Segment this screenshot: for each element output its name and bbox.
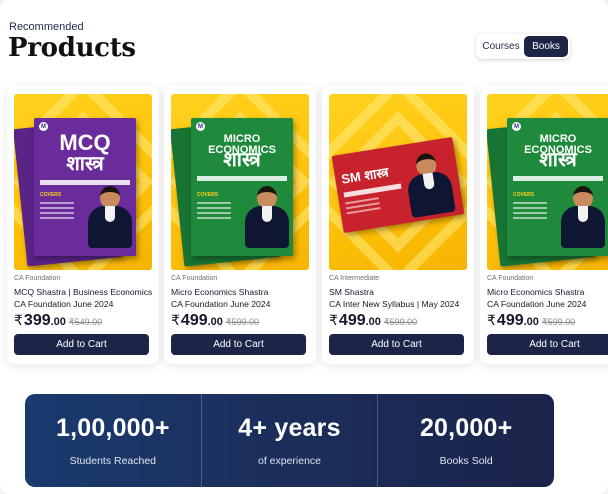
product-price: ₹ 499 .00 ₹599.00 [487, 312, 575, 330]
product-name[interactable]: Micro Economics Shastra CA Foundation Ju… [487, 286, 608, 310]
product-price: ₹ 399 .00 ₹549.00 [14, 312, 102, 330]
product-card[interactable]: SM शास्त्र CA Intermediate SM Shastra CA… [322, 86, 474, 364]
stat-value: 4+ years [238, 414, 341, 442]
stat-experience: 4+ years of experience [200, 394, 378, 487]
product-name-line: CA Foundation June 2024 [487, 299, 587, 309]
product-name[interactable]: Micro Economics Shastra CA Foundation Ju… [171, 286, 311, 310]
price-value: 499 [180, 312, 208, 329]
product-type-toggle: Courses Books [476, 34, 570, 59]
product-category: CA Foundation [171, 275, 218, 282]
book-title-hindi: शास्त्र [539, 149, 577, 171]
book-title: MCQ [59, 130, 111, 155]
book-title-hindi: शास्त्र [66, 153, 104, 175]
stat-books-sold: 20,000+ Books Sold [377, 394, 554, 487]
currency-symbol: ₹ [14, 312, 23, 328]
stat-value: 1,00,000+ [55, 414, 170, 442]
product-category: CA Intermediate [329, 275, 380, 282]
product-name-line: Micro Economics Shastra [171, 287, 269, 297]
product-name-line: CA Foundation June 2024 [171, 299, 271, 309]
currency-symbol: ₹ [487, 312, 496, 328]
price-decimals: .00 [523, 316, 539, 328]
book-title-hindi: शास्त्र [223, 149, 261, 171]
price-value: 499 [496, 312, 524, 329]
product-name[interactable]: SM Shastra CA Inter New Syllabus | May 2… [329, 286, 469, 310]
product-image: SM शास्त्र [329, 94, 467, 270]
product-card[interactable]: M MICRO ECONOMICS शास्त्र COVERS CA Foun… [164, 86, 316, 364]
product-name-line: CA Inter New Syllabus | May 2024 [329, 299, 460, 309]
add-to-cart-button[interactable]: Add to Cart [329, 334, 464, 355]
original-price: ₹599.00 [383, 317, 418, 327]
stat-label: of experience [257, 455, 322, 467]
original-price: ₹599.00 [225, 317, 260, 327]
product-card[interactable]: M MCQ शास्त्र COVERS CA Foundation MCQ S… [7, 86, 159, 364]
product-category: CA Foundation [14, 275, 61, 282]
product-card[interactable]: M MICRO ECONOMICS शास्त्र COVERS CA Foun… [480, 86, 608, 364]
product-category: CA Foundation [487, 275, 534, 282]
stats-banner: 1,00,000+ Students Reached 4+ years of e… [25, 394, 554, 487]
stat-label: Books Sold [439, 455, 493, 467]
price-value: 499 [338, 312, 366, 329]
product-image: M MICRO ECONOMICS शास्त्र COVERS [487, 94, 608, 270]
currency-symbol: ₹ [329, 312, 338, 328]
page-title: Products [8, 33, 136, 63]
product-price: ₹ 499 .00 ₹599.00 [171, 312, 259, 330]
stat-students: 1,00,000+ Students Reached [25, 394, 201, 487]
toggle-courses[interactable]: Courses [478, 36, 524, 57]
stat-value: 20,000+ [419, 414, 513, 442]
section-overline: Recommended [9, 21, 84, 33]
add-to-cart-button[interactable]: Add to Cart [171, 334, 306, 355]
product-carousel: M MCQ शास्त्र COVERS CA Foundation MCQ S… [0, 86, 608, 376]
stat-label: Students Reached [69, 455, 157, 467]
product-name-line: CA Foundation June 2024 [14, 299, 114, 309]
book-title: SM शास्त्र [340, 164, 390, 187]
price-decimals: .00 [207, 316, 223, 328]
product-image: M MICRO ECONOMICS शास्त्र COVERS [171, 94, 309, 270]
product-name-line: Micro Economics Shastra [487, 287, 585, 297]
toggle-books[interactable]: Books [524, 36, 568, 57]
product-name-line: MCQ Shastra | Business Economics [14, 287, 153, 297]
original-price: ₹549.00 [68, 317, 103, 327]
product-name[interactable]: MCQ Shastra | Business Economics CA Foun… [14, 286, 154, 310]
product-image: M MCQ शास्त्र COVERS [14, 94, 152, 270]
price-decimals: .00 [50, 316, 66, 328]
currency-symbol: ₹ [171, 312, 180, 328]
price-value: 399 [23, 312, 51, 329]
product-name-line: SM Shastra [329, 287, 374, 297]
product-price: ₹ 499 .00 ₹599.00 [329, 312, 417, 330]
price-decimals: .00 [365, 316, 381, 328]
products-section: Recommended Products Courses Books M MCQ… [0, 0, 608, 494]
add-to-cart-button[interactable]: Add to Cart [14, 334, 149, 355]
add-to-cart-button[interactable]: Add to Cart [487, 334, 608, 355]
original-price: ₹599.00 [541, 317, 576, 327]
